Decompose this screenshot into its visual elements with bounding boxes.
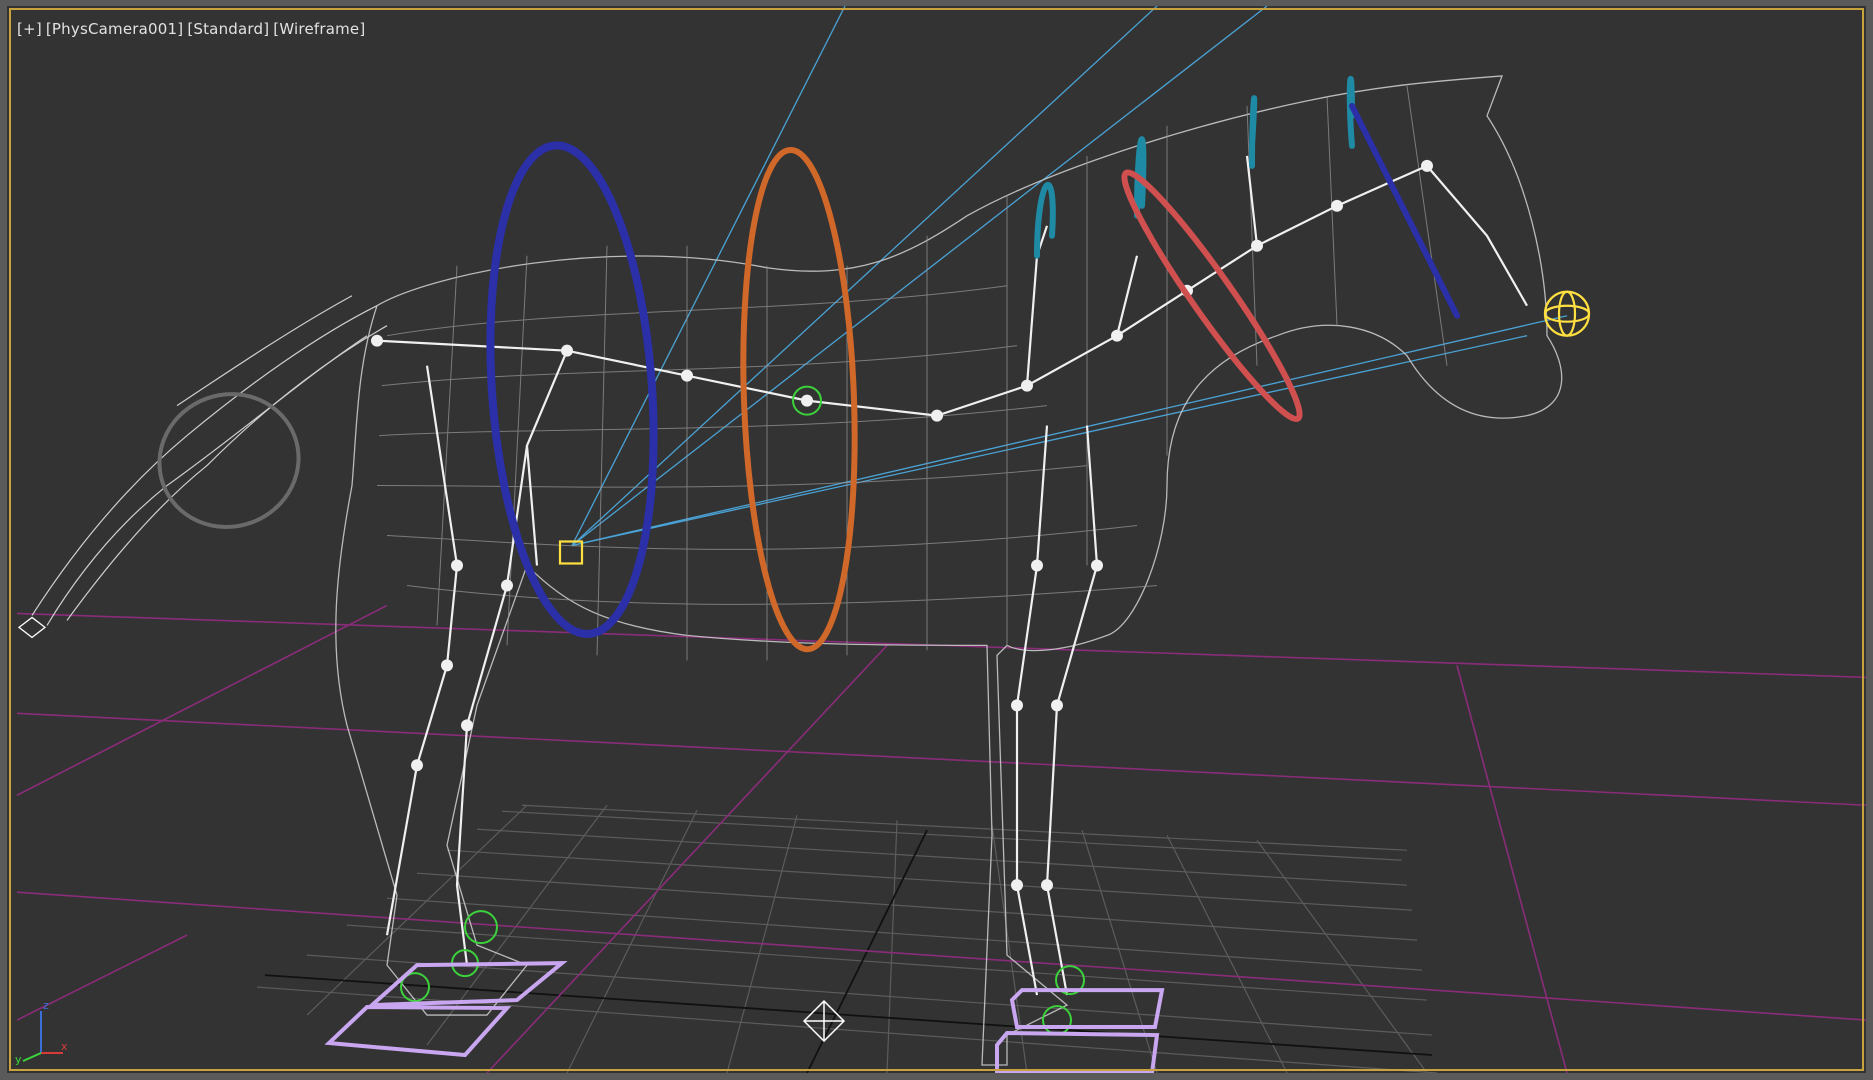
viewport-camera-menu[interactable]: [PhysCamera001] — [46, 20, 183, 38]
grid-axis-lines — [264, 829, 1433, 1073]
tail-control-ring — [157, 392, 301, 529]
world-grid — [16, 604, 1866, 1073]
axis-x-label: x — [61, 1040, 68, 1053]
head-control-rod-blue[interactable] — [1349, 102, 1460, 319]
hip-helper-box[interactable] — [558, 540, 584, 565]
head-look-target[interactable] — [1543, 290, 1591, 337]
axis-y-label: y — [15, 1053, 22, 1065]
axis-z-label: z — [43, 999, 49, 1012]
viewport-physcamera001[interactable]: [+] [PhysCamera001] [Standard] [Wirefram… — [0, 0, 1873, 1080]
neck-control-rods[interactable] — [1034, 75, 1355, 259]
horse-tail — [31, 295, 388, 626]
scene-canvas[interactable] — [7, 6, 1866, 1073]
viewport-display-menu[interactable]: [Wireframe] — [273, 20, 365, 38]
skeleton-joints — [371, 159, 1433, 892]
home-grid — [256, 804, 1438, 1073]
viewport-general-menu[interactable]: [+] — [17, 20, 42, 38]
viewport-label-menu: [+] [PhysCamera001] [Standard] [Wirefram… — [17, 20, 365, 38]
axis-tripod-icon: z x y — [15, 999, 68, 1065]
skeleton-bones — [376, 155, 1528, 996]
camera-target-icon[interactable] — [802, 1000, 846, 1043]
camera-rays — [571, 6, 1568, 547]
viewport-shading-menu[interactable]: [Standard] — [187, 20, 269, 38]
horse-mesh — [335, 75, 1563, 1066]
helper-point-icon[interactable] — [17, 616, 47, 639]
